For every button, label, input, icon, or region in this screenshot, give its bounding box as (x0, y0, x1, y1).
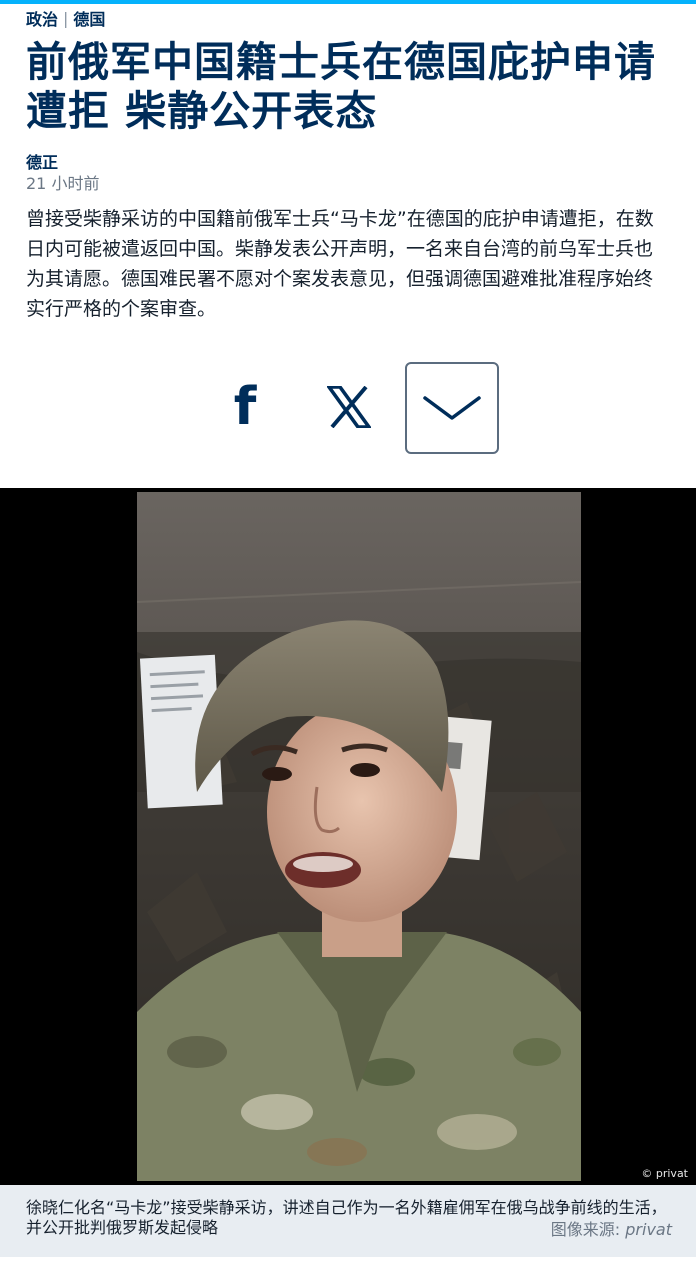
article-lead: 曾接受柴静采访的中国籍前俄军士兵“马卡龙”在德国的庇护申请遭拒，在数日内可能被遣… (26, 208, 654, 320)
breadcrumb-region-link[interactable]: 德国 (73, 6, 105, 30)
breadcrumb-category-link[interactable]: 政治 (26, 6, 58, 30)
image-source-name: privat (625, 1220, 672, 1239)
share-bar: f (0, 360, 696, 454)
facebook-icon: f (233, 377, 257, 437)
share-x-button[interactable] (316, 370, 382, 444)
image-source-label: 图像来源: (550, 1220, 626, 1239)
accent-top-bar (0, 0, 696, 4)
article-figure: © privat (0, 488, 696, 1185)
breadcrumb: 政治 | 德国 (26, 6, 105, 30)
photo-credit-badge: © privat (641, 1167, 688, 1180)
soldier-photo (137, 492, 581, 1181)
figure-caption: 徐晓仁化名“马卡龙”接受柴静采访，讲述自己作为一名外籍雇佣军在俄乌战争前线的生活… (0, 1185, 696, 1257)
article-headline: 前俄军中国籍士兵在德国庇护申请遭拒 柴静公开表态 (26, 38, 656, 135)
image-source: 图像来源: privat (550, 1220, 672, 1240)
x-icon (327, 386, 371, 428)
article-page: 政治 | 德国 前俄军中国籍士兵在德国庇护申请遭拒 柴静公开表态 德正 21 小… (0, 0, 696, 1280)
share-facebook-button[interactable]: f (212, 370, 278, 444)
chevron-down-icon (423, 396, 481, 420)
share-more-button[interactable] (405, 362, 499, 454)
breadcrumb-separator: | (63, 8, 69, 28)
publish-time: 21 小时前 (26, 174, 100, 193)
